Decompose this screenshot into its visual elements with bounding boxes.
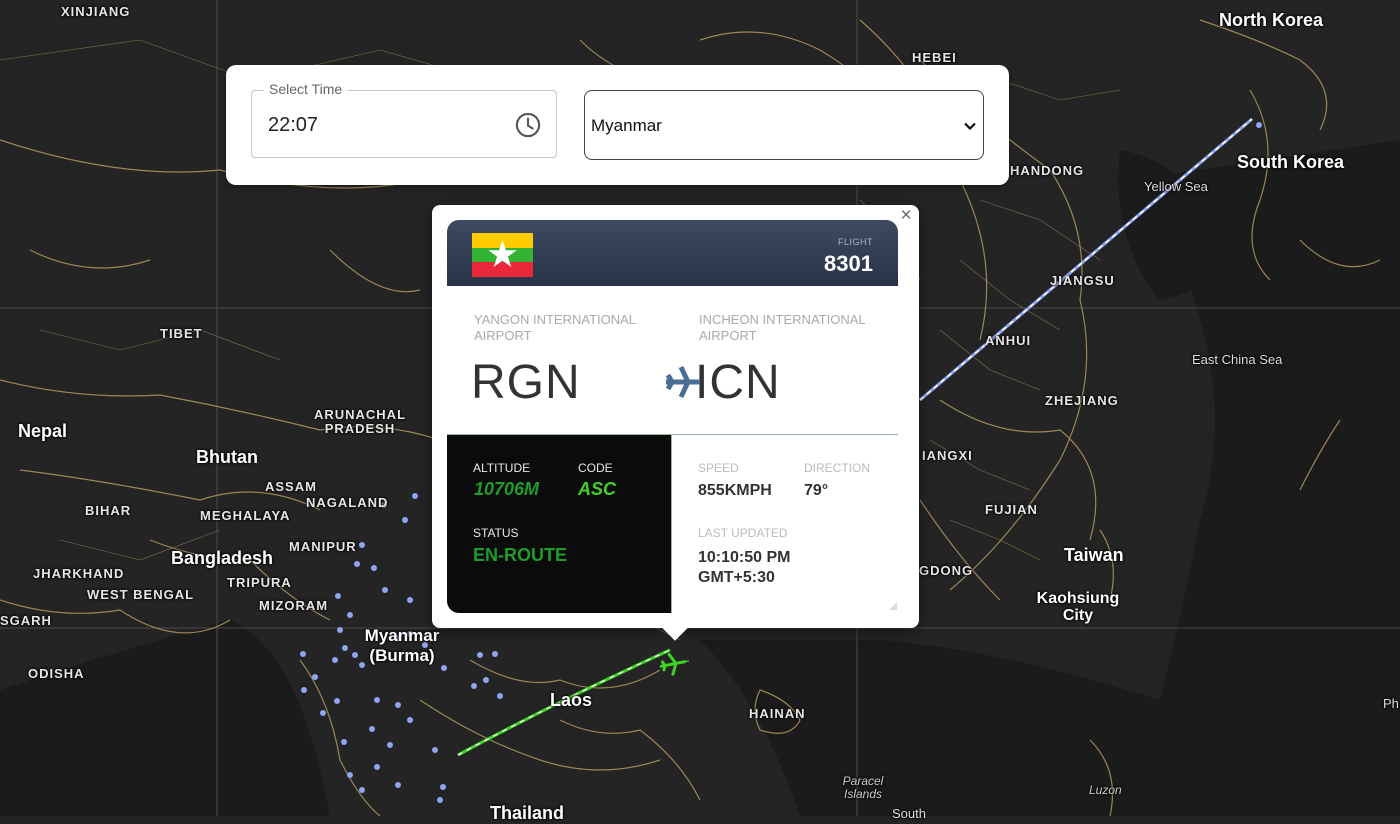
map-label-thailand: Thailand [490,803,565,823]
country-select-value: Myanmar [591,116,662,135]
speed-label: SPEED [698,461,739,475]
origin-airport-name: YANGON INTERNATIONAL AIRPORT [474,312,636,343]
map-label-myanmar: Myanmar (Burma) [364,626,440,665]
code-label: CODE [578,461,613,475]
flight-number: 8301 [824,251,873,276]
destination-airport-name: INCHEON INTERNATIONAL AIRPORT [699,312,866,343]
map-label-anhui: ANHUI [985,333,1032,348]
myanmar-flag-icon [472,233,533,277]
airplane-icon [665,365,700,399]
clock-icon[interactable] [514,111,542,139]
map-label-west-bengal: WEST BENGAL [87,587,195,602]
map-label-luzon: Luzon [1089,783,1122,797]
code-value: ASC [578,479,617,499]
map-label-laos: Laos [550,690,593,710]
map-label-taiwan: Taiwan [1064,545,1124,565]
flight-metrics-panel: SPEED 855KMPH DIRECTION 79° LAST UPDATED… [671,435,898,613]
time-picker-value[interactable]: 22:07 [268,114,318,137]
map-label-shandong: HANDONG [1010,163,1085,178]
map-label-mizoram: MIZORAM [259,598,329,613]
map-label-guangdong: GDONG [919,563,974,578]
map-label-meghalaya: MEGHALAYA [200,508,291,523]
map-label-assam: ASSAM [265,479,317,494]
map-label-kaohsiung: Kaohsiung City [1036,590,1120,624]
map-label-hainan: HAINAN [749,706,806,721]
chevron-down-icon [964,122,976,131]
map-label-hebei: HEBEI [912,50,957,65]
direction-label: DIRECTION [804,461,870,475]
map-label-jiangsu: JIANGSU [1050,273,1115,288]
map-label-xinjiang: XINJIANG [61,4,131,19]
flight-info-popup: × FLIGHT 8301 YANGON INTERNATIONAL AIRPO… [432,205,919,641]
map-label-nagaland: NAGALAND [306,495,389,510]
map-label-south: South [892,806,926,821]
map-label-bihar: BIHAR [85,503,132,518]
map-label-bangladesh: Bangladesh [171,548,274,568]
time-picker-label: Select Time [264,81,348,97]
status-value: EN-ROUTE [473,545,567,565]
flight-status-panel: ALTITUDE 10706M CODE ASC STATUS EN-ROUTE [447,435,671,613]
map-label-nepal: Nepal [18,421,68,441]
map-label-ph: Ph [1383,696,1399,711]
flight-card-header: FLIGHT 8301 [447,220,898,286]
map-label-fujian: FUJIAN [985,502,1038,517]
map-label-south-korea: South Korea [1237,152,1345,172]
flight-label: FLIGHT [837,237,873,247]
close-icon[interactable]: × [897,206,915,225]
map-label-yellow-sea: Yellow Sea [1144,179,1208,194]
map-label-zhejiang: ZHEJIANG [1045,393,1119,408]
map-label-tripura: TRIPURA [227,575,292,590]
status-label: STATUS [473,526,519,540]
map-label-manipur: MANIPUR [289,539,357,554]
map-label-north-korea: North Korea [1219,10,1324,30]
map-label-odisha: ODISHA [28,666,85,681]
last-updated-time: 10:10:50 PM [698,549,791,566]
map-label-paracel: Paracel Islands [842,774,884,801]
resize-grip-icon [889,602,897,610]
map-label-arunachal: ARUNACHAL PRADESH [313,407,407,436]
origin-airport-code: RGN [471,356,581,409]
filter-controls-panel: Select Time 22:07 Myanmar [226,65,1009,185]
altitude-value: 10706M [474,479,540,499]
map-label-tibet: TIBET [160,326,203,341]
destination-airport-code: ICN [695,356,781,409]
last-updated-timezone: GMT+5:30 [698,569,775,586]
map-label-jharkhand: JHARKHAND [33,566,125,581]
direction-value: 79° [804,482,829,499]
time-picker-field[interactable]: Select Time 22:07 [251,81,557,158]
map-label-east-china-sea: East China Sea [1192,352,1283,367]
map-label-bhutan: Bhutan [196,447,258,467]
altitude-label: ALTITUDE [473,461,531,475]
country-select[interactable]: Myanmar [584,90,984,160]
speed-value: 855KMPH [698,482,772,499]
map-label-jiangxi: IANGXI [922,448,973,463]
last-updated-label: LAST UPDATED [698,526,788,540]
map-label-chhattisgarh: SGARH [0,613,52,628]
